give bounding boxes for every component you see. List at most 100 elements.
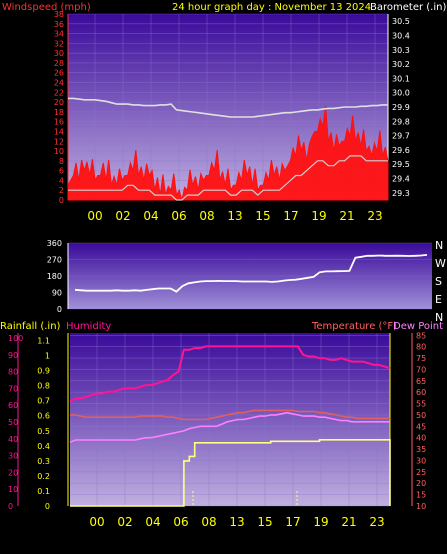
wind-x-tick-label: 06 — [171, 209, 186, 223]
rain-x-tick-label: 19 — [313, 515, 328, 529]
barometer-tick-label: 29.7 — [392, 132, 410, 141]
barometer-axis-title: Barometer (.in) — [370, 2, 446, 13]
rainfall-tick-label: 0.8 — [37, 382, 50, 391]
temperature-axis-title: Temperature (°F) — [311, 321, 397, 332]
wind-x-tick-label: 02 — [115, 209, 130, 223]
barometer-tick-label: 29.5 — [392, 160, 410, 169]
windspeed-tick-label: 14 — [54, 127, 64, 136]
rain-x-tick-label: 08 — [201, 515, 216, 529]
rainfall-tick-label: 0.3 — [37, 457, 50, 466]
barometer-tick-label: 29.6 — [392, 146, 410, 155]
rain-x-tick-label: 17 — [285, 515, 300, 529]
barometer-tick-label: 30.5 — [392, 17, 410, 26]
rainfall-tick-label: 1 — [45, 352, 50, 361]
rainfall-tick-label: 0.2 — [37, 472, 50, 481]
windspeed-axis-title: Windspeed (mph) — [2, 2, 91, 13]
humidity-tick-label: 0 — [8, 502, 13, 511]
windspeed-tick-label: 18 — [54, 108, 64, 117]
temperature-tick-label: 25 — [416, 468, 426, 477]
barometer-tick-label: 29.4 — [392, 175, 410, 184]
windspeed-tick-label: 0 — [59, 196, 64, 205]
rainfall-tick-label: 0.5 — [37, 427, 50, 436]
compass-label: W — [435, 257, 446, 270]
temperature-tick-label: 40 — [416, 434, 426, 443]
rainfall-tick-label: 0.7 — [37, 397, 50, 406]
humidity-tick-label: 100 — [8, 334, 23, 343]
windspeed-tick-label: 6 — [59, 167, 64, 176]
rainfall-tick-label: 0.4 — [37, 442, 50, 451]
rain-x-tick-label: 13 — [229, 515, 244, 529]
compass-label: N — [435, 239, 443, 252]
barometer-tick-label: 29.3 — [392, 189, 410, 198]
weather-graph-svg: Windspeed (mph) 24 hour graph day : Nove… — [0, 2, 447, 529]
rain-x-tick-label: 23 — [369, 515, 384, 529]
temperature-tick-label: 30 — [416, 456, 426, 465]
windspeed-tick-label: 26 — [54, 69, 64, 78]
windspeed-tick-label: 4 — [59, 176, 64, 185]
windspeed-tick-label: 12 — [54, 137, 64, 146]
temperature-tick-label: 15 — [416, 491, 426, 500]
weather-graph-panel: Windspeed (mph) 24 hour graph day : Nove… — [0, 0, 447, 550]
humidity-tick-label: 60 — [8, 401, 18, 410]
temperature-tick-label: 70 — [416, 365, 426, 374]
windspeed-tick-label: 22 — [54, 88, 64, 97]
windspeed-tick-label: 30 — [54, 49, 64, 58]
direction-tick-label: 180 — [47, 272, 62, 281]
compass-label: S — [435, 275, 442, 288]
temperature-tick-label: 50 — [416, 411, 426, 420]
rain-x-tick-label: 04 — [145, 515, 160, 529]
humidity-axis-title: Humidity — [66, 321, 111, 332]
rainfall-tick-label: 1.1 — [37, 337, 50, 346]
rainfall-tick-label: 0.6 — [37, 412, 50, 421]
windspeed-tick-label: 24 — [54, 79, 64, 88]
direction-tick-label: 90 — [52, 289, 62, 298]
temperature-tick-label: 80 — [416, 343, 426, 352]
rain-x-tick-label: 21 — [341, 515, 356, 529]
rainfall-tick-label: 0 — [45, 502, 50, 511]
temperature-tick-label: 45 — [416, 422, 426, 431]
windspeed-tick-label: 36 — [54, 20, 64, 29]
direction-tick-label: 0 — [57, 305, 62, 314]
windspeed-tick-label: 2 — [59, 186, 64, 195]
windspeed-tick-label: 38 — [54, 10, 64, 19]
temperature-tick-label: 60 — [416, 388, 426, 397]
barometer-tick-label: 30.0 — [392, 89, 410, 98]
barometer-tick-label: 29.8 — [392, 117, 410, 126]
rainfall-tick-label: 0.9 — [37, 367, 50, 376]
rain-x-tick-label: 06 — [173, 515, 188, 529]
windspeed-tick-label: 16 — [54, 118, 64, 127]
direction-tick-label: 360 — [47, 239, 62, 248]
temperature-tick-label: 85 — [416, 331, 426, 340]
windspeed-tick-label: 10 — [54, 147, 64, 156]
rain-x-tick-label: 15 — [257, 515, 272, 529]
barometer-tick-label: 30.2 — [392, 60, 410, 69]
rain-x-tick-label: 02 — [117, 515, 132, 529]
humidity-tick-label: 80 — [8, 368, 18, 377]
temperature-tick-label: 20 — [416, 479, 426, 488]
wind-x-tick-label: 21 — [339, 209, 354, 223]
barometer-tick-label: 29.9 — [392, 103, 410, 112]
graph-title: 24 hour graph day : November 13 2024 — [172, 2, 371, 13]
wind-x-tick-label: 00 — [87, 209, 102, 223]
barometer-tick-label: 30.3 — [392, 46, 410, 55]
humidity-tick-label: 30 — [8, 452, 18, 461]
temperature-tick-label: 75 — [416, 354, 426, 363]
wind-x-tick-label: 08 — [199, 209, 214, 223]
windspeed-tick-label: 34 — [54, 30, 64, 39]
temperature-tick-label: 10 — [416, 502, 426, 511]
temperature-tick-label: 35 — [416, 445, 426, 454]
rainfall-tick-label: 0.1 — [37, 487, 50, 496]
humidity-tick-label: 50 — [8, 418, 18, 427]
humidity-tick-label: 90 — [8, 351, 18, 360]
wind-x-tick-label: 15 — [255, 209, 270, 223]
humidity-tick-label: 40 — [8, 435, 18, 444]
wind-x-tick-label: 19 — [311, 209, 326, 223]
barometer-tick-label: 30.1 — [392, 74, 410, 83]
humidity-tick-label: 20 — [8, 468, 18, 477]
humidity-tick-label: 10 — [8, 485, 18, 494]
temperature-tick-label: 65 — [416, 377, 426, 386]
windspeed-tick-label: 20 — [54, 98, 64, 107]
windspeed-tick-label: 28 — [54, 59, 64, 68]
windspeed-tick-label: 32 — [54, 39, 64, 48]
windspeed-tick-label: 8 — [59, 157, 64, 166]
